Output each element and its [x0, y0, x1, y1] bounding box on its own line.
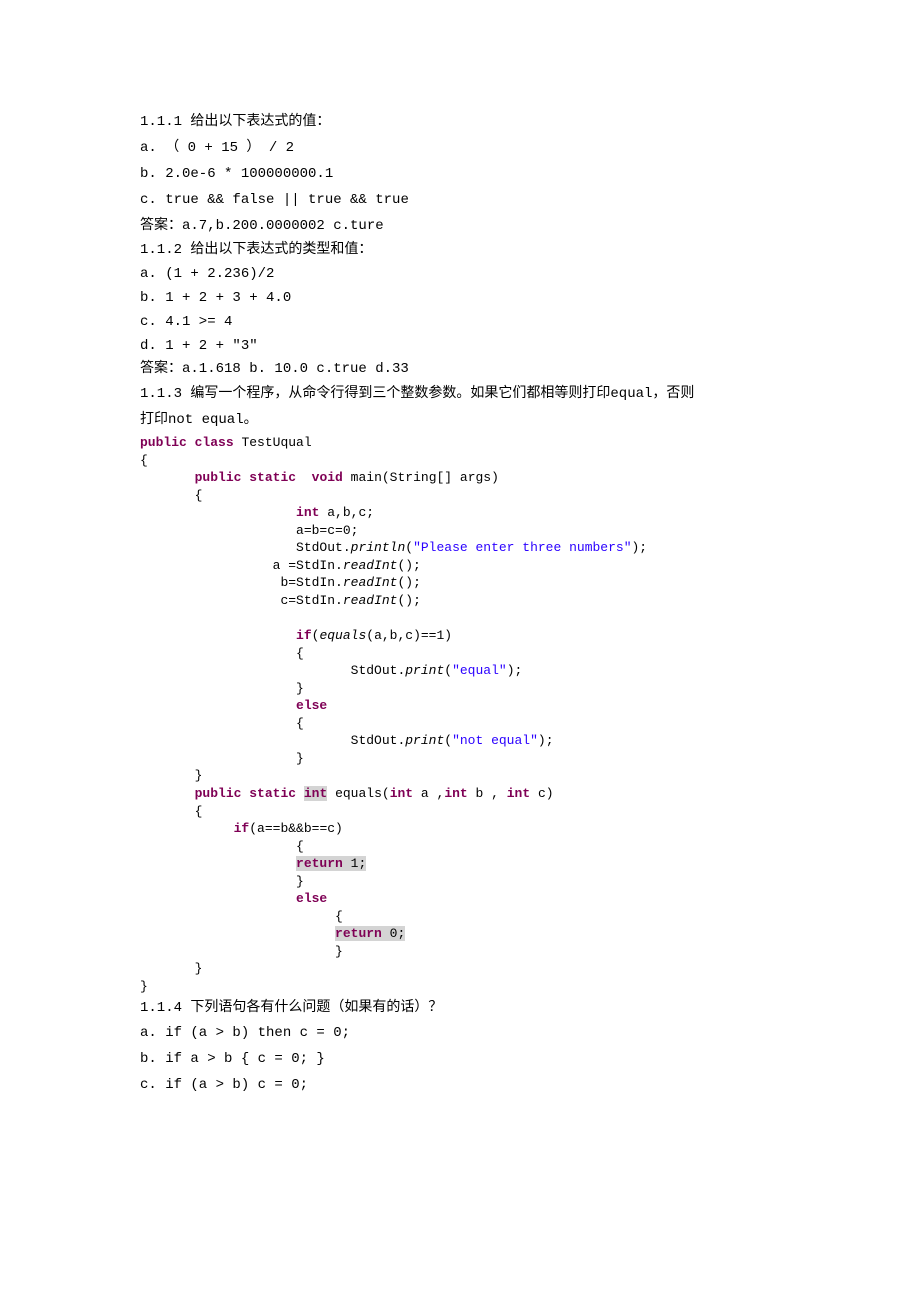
q111-answer: 答案：a.7,b.200.0000002 c.ture [140, 214, 780, 240]
kw-static: static [249, 470, 296, 485]
q111-b: b. 2.0e-6 * 100000000.1 [140, 162, 780, 188]
q111-c: c. true && false || true && true [140, 188, 780, 214]
kw-public: public [195, 470, 242, 485]
kw-int-c: int [507, 786, 530, 801]
q113-heading-line1: 1.1.3 编写一个程序，从命令行得到三个整数参数。如果它们都相等则打印equa… [140, 382, 780, 408]
assign-c: c=StdIn. [280, 593, 342, 608]
readint-b: readInt [343, 575, 398, 590]
stdout: StdOut. [296, 540, 351, 555]
kw-static2: static [249, 786, 296, 801]
q112-heading: 1.1.2 给出以下表达式的类型和值： [140, 239, 780, 263]
q112-a: a. (1 + 2.236)/2 [140, 263, 780, 287]
q114-c: c. if (a > b) c = 0; [140, 1073, 780, 1099]
equals-sig-a: a , [413, 786, 444, 801]
q114-heading: 1.1.4 下列语句各有什么问题（如果有的话）？ [140, 996, 780, 1022]
q112-d: d. 1 + 2 + "3" [140, 335, 780, 359]
kw-else2: else [296, 891, 327, 906]
kw-if2: if [234, 821, 250, 836]
str-prompt: "Please enter three numbers" [413, 540, 631, 555]
equals-call: equals [319, 628, 366, 643]
kw-int-ret: int [304, 786, 327, 801]
assign-a: a =StdIn. [273, 558, 343, 573]
q114-b: b. if a > b { c = 0; } [140, 1047, 780, 1073]
zero: 0; [382, 926, 405, 941]
readint-c: readInt [343, 593, 398, 608]
q114-a: a. if (a > b) then c = 0; [140, 1021, 780, 1047]
code-block: public class TestUqual { public static v… [140, 434, 780, 996]
assign-b: b=StdIn. [280, 575, 342, 590]
equals-sig1: equals( [327, 786, 389, 801]
kw-return2: return [335, 926, 382, 941]
cond1: (a,b,c)==1) [366, 628, 452, 643]
kw-int-a: int [390, 786, 413, 801]
print1: print [405, 663, 444, 678]
stdout-p1: StdOut. [351, 663, 406, 678]
class-name: TestUqual [234, 435, 312, 450]
main-sig: main(String[] args) [343, 470, 499, 485]
stdout-p2: StdOut. [351, 733, 406, 748]
print2: print [405, 733, 444, 748]
cond2: (a==b&&b==c) [249, 821, 343, 836]
equals-sig-c: c) [530, 786, 553, 801]
kw-return1: return [296, 856, 343, 871]
kw-if: if [296, 628, 312, 643]
q111-a: a. （ 0 + 15 ） / 2 [140, 136, 780, 162]
println: println [351, 540, 406, 555]
readint-a: readInt [343, 558, 398, 573]
kw-int: int [296, 505, 319, 520]
kw-public: public [140, 435, 187, 450]
q113-heading-line2: 打印not equal。 [140, 408, 780, 434]
init-abc: a=b=c=0; [296, 523, 358, 538]
one: 1; [343, 856, 366, 871]
str-not-equal: "not equal" [452, 733, 538, 748]
q111-heading: 1.1.1 给出以下表达式的值： [140, 110, 780, 136]
str-equal: "equal" [452, 663, 507, 678]
kw-int-b: int [444, 786, 467, 801]
kw-public2: public [195, 786, 242, 801]
kw-else1: else [296, 698, 327, 713]
decl-abc: a,b,c; [319, 505, 374, 520]
q112-c: c. 4.1 >= 4 [140, 311, 780, 335]
kw-class: class [195, 435, 234, 450]
q112-b: b. 1 + 2 + 3 + 4.0 [140, 287, 780, 311]
kw-void: void [312, 470, 343, 485]
q112-answer: 答案：a.1.618 b. 10.0 c.true d.33 [140, 358, 780, 382]
equals-sig-b: b , [468, 786, 507, 801]
